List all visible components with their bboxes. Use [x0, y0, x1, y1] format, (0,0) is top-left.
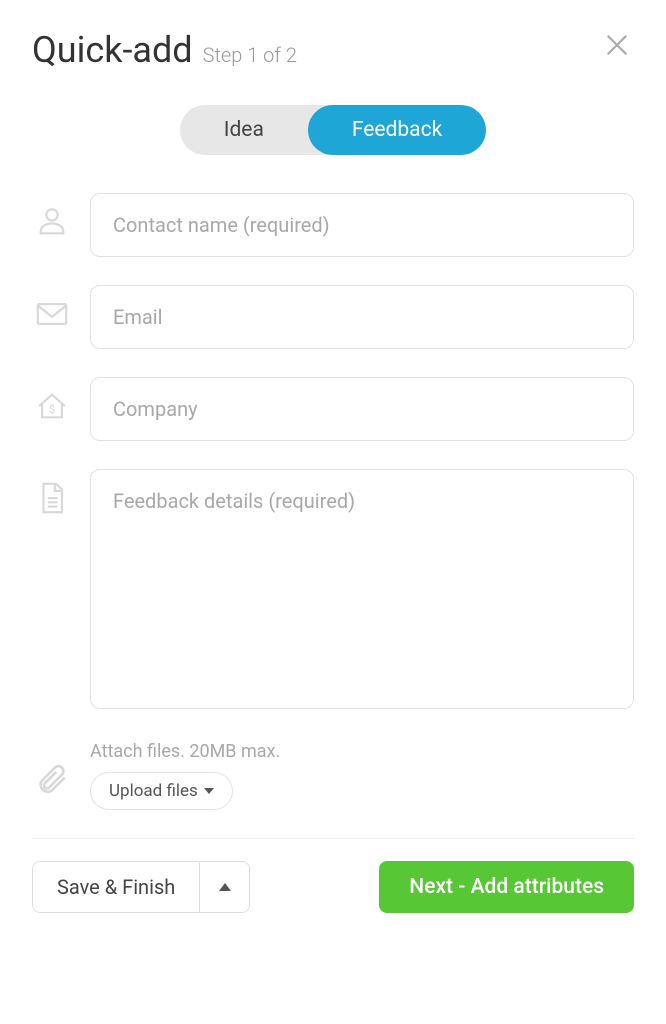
save-finish-dropdown-button[interactable]	[199, 862, 249, 912]
upload-files-label: Upload files	[109, 781, 198, 801]
contact-name-input[interactable]	[90, 193, 634, 257]
tab-feedback[interactable]: Feedback	[308, 105, 486, 155]
modal-title: Quick-add	[32, 29, 193, 71]
envelope-icon	[32, 285, 72, 331]
modal-footer: Save & Finish Next - Add attributes	[32, 839, 634, 941]
details-row	[32, 469, 634, 713]
company-input[interactable]	[90, 377, 634, 441]
next-add-attributes-button[interactable]: Next - Add attributes	[379, 861, 634, 913]
email-input[interactable]	[90, 285, 634, 349]
save-finish-button[interactable]: Save & Finish	[33, 862, 199, 912]
type-tabs: Idea Feedback	[32, 105, 634, 155]
caret-down-icon	[204, 788, 214, 794]
modal-header: Quick-add Step 1 of 2	[32, 28, 634, 71]
attach-row: Attach files. 20MB max. Upload files	[32, 741, 634, 810]
attach-label: Attach files. 20MB max.	[90, 741, 634, 762]
company-row: $	[32, 377, 634, 441]
document-icon	[32, 469, 72, 515]
close-icon	[604, 32, 630, 58]
tab-idea[interactable]: Idea	[180, 105, 308, 155]
contact-name-row	[32, 193, 634, 257]
close-button[interactable]	[600, 28, 634, 62]
paperclip-icon	[32, 756, 72, 796]
svg-text:$: $	[49, 402, 55, 416]
caret-up-icon	[219, 883, 231, 891]
upload-files-button[interactable]: Upload files	[90, 772, 233, 810]
email-row	[32, 285, 634, 349]
save-split-button: Save & Finish	[32, 861, 250, 913]
company-icon: $	[32, 377, 72, 423]
person-icon	[32, 193, 72, 239]
feedback-details-input[interactable]	[90, 469, 634, 709]
step-indicator: Step 1 of 2	[203, 43, 297, 67]
